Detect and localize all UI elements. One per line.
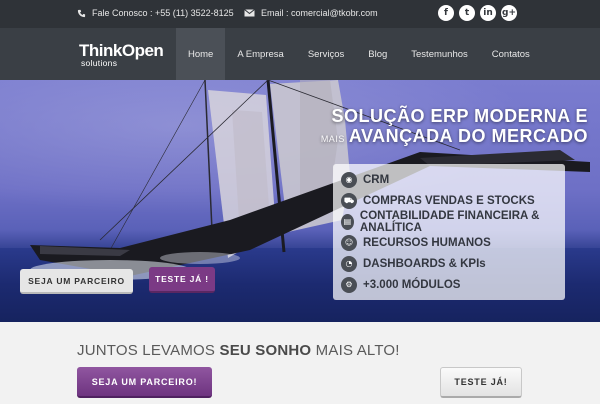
nav-item-contatos[interactable]: Contatos [480,28,542,80]
feature-item: ☺ RECURSOS HUMANOS [341,232,557,253]
hero-try-button[interactable]: TESTE JÁ ! [149,267,215,293]
feature-label: COMPRAS VENDAS E STOCKS [363,194,535,207]
logo-wordmark: ThinkOpen [79,41,164,60]
feature-label: CONTABILIDADE FINANCEIRA & ANALÍTICA [359,209,540,234]
feature-label: DASHBOARDS & KPIs [363,257,486,270]
feature-item: ⛟ COMPRAS VENDAS E STOCKS [341,190,557,211]
hero-partner-button[interactable]: SEJA UM PARCEIRO [20,269,133,294]
nav-item-blog[interactable]: Blog [356,28,399,80]
features-panel: ◉ CRM ⛟ COMPRAS VENDAS E STOCKS ▤ CONTAB… [333,164,565,300]
email-contact[interactable]: Email : comercial@tkobr.com [244,8,378,18]
logo-subtitle: solutions [81,58,118,68]
feature-item: ▤ CONTABILIDADE FINANCEIRA & ANALÍTICA [341,209,557,234]
feature-label: CRM [363,173,390,186]
feature-item: ◔ DASHBOARDS & KPIs [341,253,557,274]
headline-line1: SOLUÇÃO ERP MODERNA E [331,106,588,126]
eye-icon: ◉ [341,171,357,188]
cogs-icon: ⚙ [341,276,357,293]
feature-item: ⚙ +3.000 MÓDULOS [341,274,557,295]
google-plus-icon[interactable]: g+ [501,5,517,21]
main-navbar: ThinkOpen solutions Home A Empresa Servi… [0,28,600,80]
envelope-icon [244,9,255,17]
phone-contact: Fale Conosco : +55 (11) 3522-8125 [77,8,234,18]
social-links: f t in g+ [438,5,517,21]
cart-icon: ⛟ [341,192,357,209]
headline-mais: MAIS [320,134,345,144]
cta-title: JUNTOS LEVAMOS SEU SONHO MAIS ALTO! [77,342,400,359]
main-menu: Home A Empresa Serviços Blog Testemunhos… [176,28,542,80]
email-text[interactable]: Email : comercial@tkobr.com [261,8,378,18]
phone-text: Fale Conosco : +55 (11) 3522-8125 [92,8,234,18]
cta-section: JUNTOS LEVAMOS SEU SONHO MAIS ALTO! SEJA… [0,322,600,404]
nav-item-a-empresa[interactable]: A Empresa [225,28,295,80]
facebook-icon[interactable]: f [438,5,454,21]
nav-item-testemunhos[interactable]: Testemunhos [399,28,480,80]
feature-label: RECURSOS HUMANOS [363,236,491,249]
cta-try-button[interactable]: TESTE JÁ! [440,367,522,398]
chart-icon: ▤ [341,213,354,230]
users-icon: ☺ [341,234,357,251]
nav-item-servicos[interactable]: Serviços [296,28,356,80]
twitter-icon[interactable]: t [459,5,475,21]
linkedin-icon[interactable]: in [480,5,496,21]
nav-item-home[interactable]: Home [176,28,226,80]
phone-icon [77,9,86,17]
dashboard-icon: ◔ [341,255,357,272]
cta-partner-button[interactable]: SEJA UM PARCEIRO! [77,367,212,398]
top-contact-bar: Fale Conosco : +55 (11) 3522-8125 Email … [0,0,600,28]
headline-line2-text: AVANÇADA DO MERCADO [348,126,588,146]
feature-label: +3.000 MÓDULOS [363,278,461,291]
hero-banner: SOLUÇÃO ERP MODERNA E MAIS AVANÇADA DO ME… [0,80,600,322]
feature-item: ◉ CRM [341,169,557,190]
headline-line2: MAIS AVANÇADA DO MERCADO [321,126,588,147]
hero-headline: SOLUÇÃO ERP MODERNA E MAIS AVANÇADA DO ME… [321,106,588,147]
logo[interactable]: ThinkOpen solutions [79,41,164,68]
